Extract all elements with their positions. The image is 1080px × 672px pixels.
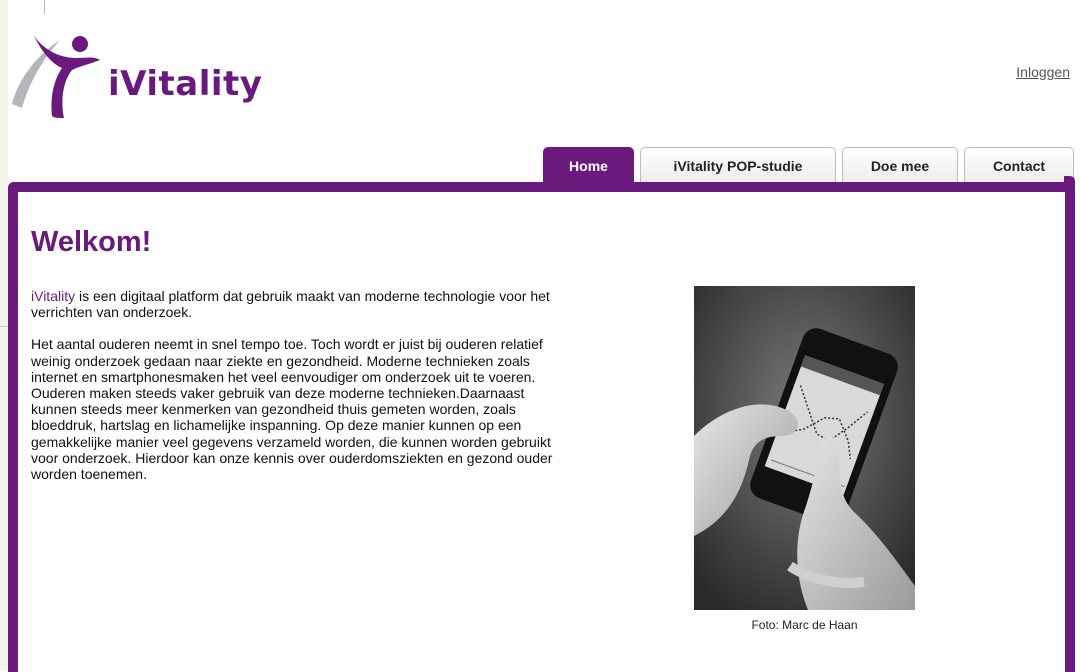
photo-caption: Foto: Marc de Haan [751, 618, 858, 632]
tab-home[interactable]: Home [543, 147, 634, 184]
site-logo[interactable]: iVitality [8, 24, 262, 120]
body-paragraph: Het aantal ouderen neemt in snel tempo t… [31, 336, 553, 483]
content-frame-corner [1064, 176, 1075, 186]
page-edge [0, 0, 8, 670]
article-text: iVitality is een digitaal platform dat g… [31, 288, 567, 498]
tab-doe-mee[interactable]: Doe mee [842, 147, 958, 184]
logo-text: iVitality [108, 64, 263, 104]
tab-contact[interactable]: Contact [964, 147, 1074, 184]
tab-pop-studie[interactable]: iVitality POP-studie [640, 147, 836, 184]
intro-text: is een digitaal platform dat gebruik maa… [31, 288, 550, 321]
login-link[interactable]: Inloggen [1016, 64, 1070, 80]
page-edge-tick [44, 0, 45, 14]
ivitality-link[interactable]: iVitality [31, 288, 75, 304]
ivitality-swoosh-icon [12, 36, 100, 118]
page-title: Welkom! [31, 226, 152, 258]
smartphone-photo [694, 286, 915, 610]
intro-paragraph: iVitality is een digitaal platform dat g… [31, 288, 567, 320]
main-nav: Home iVitality POP-studie Doe mee Contac… [543, 147, 1074, 184]
